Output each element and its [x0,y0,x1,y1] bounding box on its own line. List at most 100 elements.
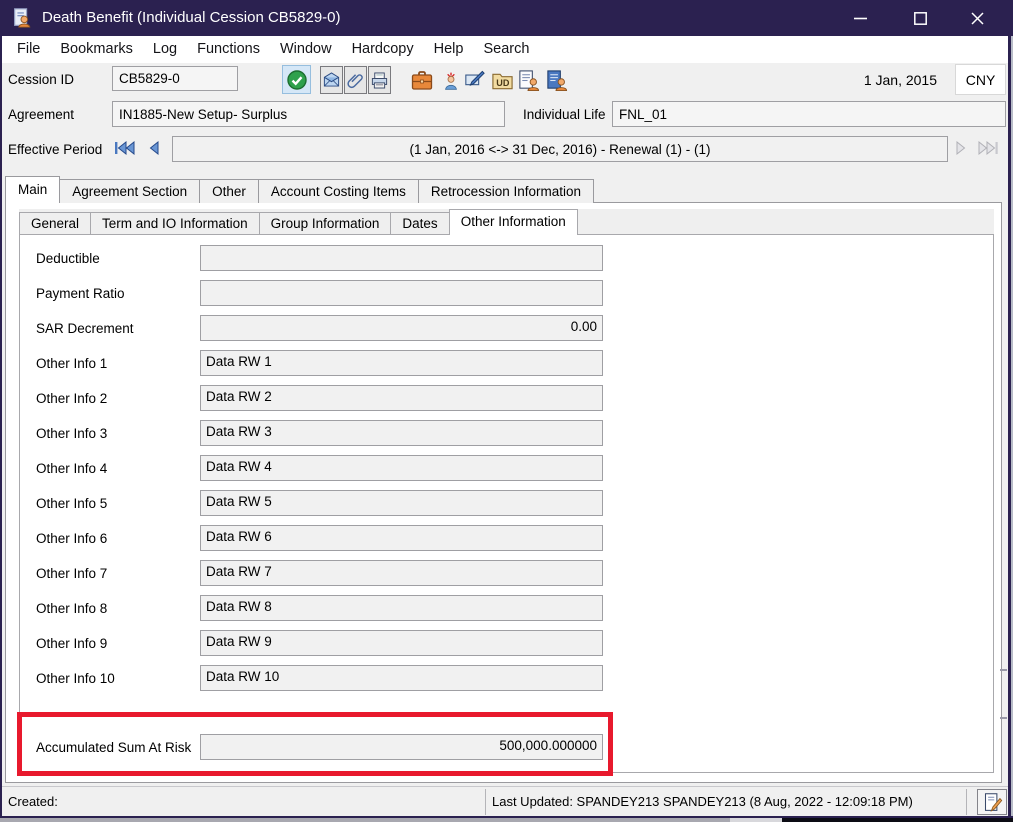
previous-record-icon [146,140,160,156]
field-input[interactable]: Data RW 4 [200,455,603,481]
cession-id-label: Cession ID [8,72,74,87]
ud-fields-button[interactable]: UD [490,69,514,93]
field-row: Other Info 9 Data RW 9 [36,630,603,656]
accumulated-sum-label: Accumulated Sum At Risk [36,740,200,755]
menu-item[interactable]: Help [424,36,474,63]
field-input[interactable]: Data RW 3 [200,420,603,446]
menu-item[interactable]: Bookmarks [50,36,143,63]
field-row: SAR Decrement 0.00 [36,315,603,341]
attachment-icon [346,71,365,90]
main-tab[interactable]: Retrocession Information [418,179,594,203]
field-row: Other Info 7 Data RW 7 [36,560,603,586]
window-border-left [0,36,2,816]
statusbar-divider [485,789,486,815]
mail-button[interactable] [320,66,343,94]
field-input[interactable]: Data RW 8 [200,595,603,621]
form-fields: Deductible Payment Ratio SAR Decrement 0… [36,245,603,700]
agreement-input[interactable]: IN1885-New Setup- Surplus [112,101,505,127]
field-label: Other Info 7 [36,566,200,581]
field-label: SAR Decrement [36,321,200,336]
menu-item[interactable]: Hardcopy [342,36,424,63]
print-icon [370,71,389,90]
print-button[interactable] [368,66,391,94]
main-tab[interactable]: Agreement Section [59,179,200,203]
field-label: Other Info 4 [36,461,200,476]
field-label: Other Info 3 [36,426,200,441]
desktop-strip [0,818,1013,822]
window-title: Death Benefit (Individual Cession CB5829… [42,0,341,36]
effective-period-select[interactable]: (1 Jan, 2016 <-> 31 Dec, 2016) - Renewal… [172,136,948,162]
pane-gripper[interactable] [1000,669,1008,719]
menu-item[interactable]: File [7,36,50,63]
svg-text:UD: UD [496,77,510,87]
field-label: Other Info 2 [36,391,200,406]
validate-icon [286,69,308,91]
sub-tab[interactable]: Other Information [449,209,578,235]
previous-record-button[interactable] [144,138,162,158]
field-input[interactable]: Data RW 9 [200,630,603,656]
individual-life-label: Individual Life [523,107,606,122]
main-tab[interactable]: Main [5,176,60,203]
menu-item[interactable]: Window [270,36,342,63]
menu-item[interactable]: Search [473,36,539,63]
field-label: Other Info 6 [36,531,200,546]
attachment-button[interactable] [344,66,367,94]
field-input[interactable]: Data RW 6 [200,525,603,551]
sign-button[interactable] [463,69,487,93]
sub-tab[interactable]: General [19,212,91,235]
field-input[interactable]: Data RW 1 [200,350,603,376]
maximize-button[interactable] [897,0,943,36]
individual-life-input[interactable]: FNL_01 [612,101,1006,127]
menu-item[interactable]: Functions [187,36,270,63]
field-label: Other Info 5 [36,496,200,511]
menu-item[interactable]: Log [143,36,187,63]
last-record-icon [977,140,999,156]
field-row: Other Info 4 Data RW 4 [36,455,603,481]
main-tab[interactable]: Account Costing Items [258,179,419,203]
sub-tab[interactable]: Group Information [259,212,392,235]
minimize-button[interactable] [837,0,883,36]
briefcase-icon [410,69,434,93]
field-row: Other Info 3 Data RW 3 [36,420,603,446]
field-label: Other Info 9 [36,636,200,651]
next-record-icon [955,140,969,156]
mail-icon [322,71,341,90]
next-record-button[interactable] [953,138,971,158]
close-button[interactable] [954,0,1000,36]
field-input[interactable]: Data RW 2 [200,385,603,411]
app-window: Death Benefit (Individual Cession CB5829… [0,0,1013,822]
agreement-label: Agreement [8,107,74,122]
effective-period-label: Effective Period [8,142,102,157]
currency-button[interactable]: CNY [955,64,1006,95]
person-alert-button[interactable] [441,69,461,93]
briefcase-button[interactable] [409,68,435,93]
report-person-icon [517,69,540,92]
header: Cession ID CB5829-0 [0,63,1013,178]
field-label: Deductible [36,251,200,266]
cession-id-input[interactable]: CB5829-0 [112,66,238,91]
accumulated-sum-input[interactable]: 500,000.000000 [200,734,603,760]
first-record-button[interactable] [113,138,137,158]
main-tab[interactable]: Other [199,179,259,203]
field-input[interactable]: Data RW 5 [200,490,603,516]
field-input[interactable]: Data RW 10 [200,665,603,691]
last-record-button[interactable] [975,138,1001,158]
sub-tab[interactable]: Term and IO Information [90,212,260,235]
field-row: Other Info 5 Data RW 5 [36,490,603,516]
field-input[interactable] [200,245,603,271]
titlebar: Death Benefit (Individual Cession CB5829… [0,0,1013,36]
accumulated-sum-row: Accumulated Sum At Risk 500,000.000000 [36,734,603,760]
first-record-icon [114,140,136,156]
field-input[interactable]: Data RW 7 [200,560,603,586]
field-input[interactable]: 0.00 [200,315,603,341]
report-person-button[interactable] [516,68,540,93]
edit-notes-button[interactable] [977,789,1007,815]
sub-tab[interactable]: Dates [390,212,449,235]
validate-button[interactable] [282,65,311,94]
person-alert-icon [441,71,461,91]
valuation-date: 1 Jan, 2015 [864,72,937,88]
field-row: Payment Ratio [36,280,603,306]
created-status: Created: [8,787,58,817]
field-input[interactable] [200,280,603,306]
report-person-blue-button[interactable] [544,68,568,93]
